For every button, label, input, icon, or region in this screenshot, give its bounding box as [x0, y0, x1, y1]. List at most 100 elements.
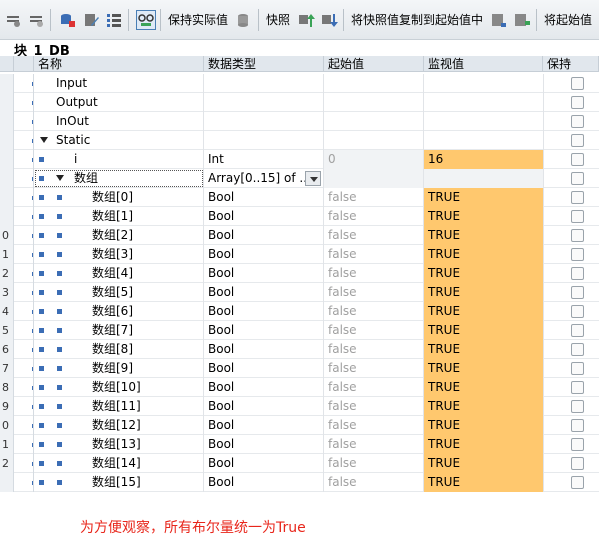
- retain-checkbox[interactable]: [571, 438, 584, 451]
- data-type-cell[interactable]: Bool: [204, 226, 324, 245]
- start-value-cell[interactable]: false: [324, 378, 424, 397]
- expand-triangle-icon[interactable]: [40, 137, 48, 143]
- variable-name-cell[interactable]: 数组[7]: [34, 321, 204, 340]
- retain-checkbox[interactable]: [571, 305, 584, 318]
- data-type-cell[interactable]: Bool: [204, 473, 324, 492]
- table-row[interactable]: 5 数组[7] Bool false TRUE: [0, 321, 599, 340]
- retain-checkbox[interactable]: [571, 134, 584, 147]
- header-name[interactable]: 名称: [34, 56, 204, 72]
- variable-name-cell[interactable]: 数组[11]: [34, 397, 204, 416]
- start-value-cell[interactable]: false: [324, 245, 424, 264]
- variable-name-cell[interactable]: 数组[1]: [34, 207, 204, 226]
- start-value-cell[interactable]: false: [324, 473, 424, 492]
- data-type-cell[interactable]: Int: [204, 150, 324, 169]
- start-value-cell[interactable]: false: [324, 264, 424, 283]
- data-type-cell[interactable]: Bool: [204, 245, 324, 264]
- retain-checkbox[interactable]: [571, 267, 584, 280]
- start-value-cell[interactable]: false: [324, 207, 424, 226]
- start-value-cell[interactable]: false: [324, 454, 424, 473]
- retain-checkbox[interactable]: [571, 153, 584, 166]
- start-value-cell[interactable]: false: [324, 359, 424, 378]
- table-row[interactable]: 2 数组[14] Bool false TRUE: [0, 454, 599, 473]
- table-row[interactable]: 数组[1] Bool false TRUE: [0, 207, 599, 226]
- table-row[interactable]: 0 数组[2] Bool false TRUE: [0, 226, 599, 245]
- start-value-cell[interactable]: false: [324, 321, 424, 340]
- load-start-values-button[interactable]: 将起始值: [541, 11, 595, 28]
- table-row[interactable]: 7 数组[9] Bool false TRUE: [0, 359, 599, 378]
- variable-name-cell[interactable]: Input: [34, 74, 204, 93]
- data-type-cell[interactable]: Bool: [204, 340, 324, 359]
- data-type-cell[interactable]: Bool: [204, 188, 324, 207]
- data-type-cell[interactable]: Bool: [204, 435, 324, 454]
- insert-row-icon[interactable]: [3, 10, 23, 30]
- retain-checkbox[interactable]: [571, 172, 584, 185]
- variable-name-cell[interactable]: 数组[3]: [34, 245, 204, 264]
- table-row[interactable]: 1 数组[3] Bool false TRUE: [0, 245, 599, 264]
- data-type-cell[interactable]: [204, 93, 324, 112]
- keep-actual-values-button[interactable]: 保持实际值: [165, 11, 231, 28]
- retain-checkbox[interactable]: [571, 191, 584, 204]
- table-row[interactable]: 3 数组[5] Bool false TRUE: [0, 283, 599, 302]
- data-type-cell[interactable]: Bool: [204, 207, 324, 226]
- start-value-cell[interactable]: [324, 169, 424, 188]
- variable-name-cell[interactable]: 数组[0]: [34, 188, 204, 207]
- copy-start-icon[interactable]: [489, 10, 509, 30]
- variable-name-cell[interactable]: Output: [34, 93, 204, 112]
- variable-name-cell[interactable]: 数组[5]: [34, 283, 204, 302]
- expand-triangle-icon[interactable]: [56, 175, 64, 181]
- variable-name-cell[interactable]: 数组[12]: [34, 416, 204, 435]
- variable-name-cell[interactable]: 数组[15]: [34, 473, 204, 492]
- start-value-cell[interactable]: [324, 112, 424, 131]
- database-icon[interactable]: [58, 10, 78, 30]
- load-start-icon[interactable]: [512, 10, 532, 30]
- monitor-glasses-icon[interactable]: [136, 9, 156, 30]
- retain-checkbox[interactable]: [571, 381, 584, 394]
- start-value-cell[interactable]: [324, 93, 424, 112]
- table-row[interactable]: 2 数组[4] Bool false TRUE: [0, 264, 599, 283]
- table-row[interactable]: Input: [0, 74, 599, 93]
- table-row[interactable]: 数组[15] Bool false TRUE: [0, 473, 599, 492]
- table-row[interactable]: i Int 0 16: [0, 150, 599, 169]
- retain-checkbox[interactable]: [571, 115, 584, 128]
- retain-checkbox[interactable]: [571, 457, 584, 470]
- start-value-cell[interactable]: [324, 131, 424, 150]
- header-retain[interactable]: 保持: [543, 56, 599, 72]
- variable-name-cell[interactable]: 数组[8]: [34, 340, 204, 359]
- start-value-cell[interactable]: false: [324, 226, 424, 245]
- snapshot-button[interactable]: 快照: [263, 11, 293, 28]
- edit-icon[interactable]: [81, 10, 101, 30]
- variable-name-cell[interactable]: 数组[4]: [34, 264, 204, 283]
- start-value-cell[interactable]: false: [324, 283, 424, 302]
- variable-name-cell[interactable]: 数组[6]: [34, 302, 204, 321]
- table-row[interactable]: 0 数组[12] Bool false TRUE: [0, 416, 599, 435]
- header-start-value[interactable]: 起始值: [324, 56, 424, 72]
- start-value-cell[interactable]: false: [324, 397, 424, 416]
- data-type-cell[interactable]: Bool: [204, 264, 324, 283]
- retain-checkbox[interactable]: [571, 476, 584, 489]
- database-snapshot-icon[interactable]: [234, 10, 254, 30]
- variable-name-cell[interactable]: Static: [34, 131, 204, 150]
- table-row[interactable]: 9 数组[11] Bool false TRUE: [0, 397, 599, 416]
- table-row[interactable]: 数组 Array[0..15] of ...: [0, 169, 599, 188]
- retain-checkbox[interactable]: [571, 77, 584, 90]
- header-data-type[interactable]: 数据类型: [204, 56, 324, 72]
- start-value-cell[interactable]: false: [324, 188, 424, 207]
- data-type-cell[interactable]: Bool: [204, 378, 324, 397]
- start-value-cell[interactable]: false: [324, 302, 424, 321]
- header-monitor-value[interactable]: 监视值: [424, 56, 543, 72]
- table-row[interactable]: Output: [0, 93, 599, 112]
- retain-checkbox[interactable]: [571, 324, 584, 337]
- table-row[interactable]: Static: [0, 131, 599, 150]
- list-view-icon[interactable]: [104, 10, 124, 30]
- variable-name-cell[interactable]: 数组: [34, 169, 204, 188]
- variable-name-cell[interactable]: 数组[14]: [34, 454, 204, 473]
- add-row-icon[interactable]: [26, 10, 46, 30]
- data-type-cell[interactable]: Bool: [204, 416, 324, 435]
- retain-checkbox[interactable]: [571, 362, 584, 375]
- start-value-cell[interactable]: false: [324, 435, 424, 454]
- data-type-dropdown-button[interactable]: [305, 171, 321, 186]
- data-type-cell[interactable]: [204, 112, 324, 131]
- data-type-cell[interactable]: Bool: [204, 283, 324, 302]
- retain-checkbox[interactable]: [571, 210, 584, 223]
- data-type-cell[interactable]: Bool: [204, 454, 324, 473]
